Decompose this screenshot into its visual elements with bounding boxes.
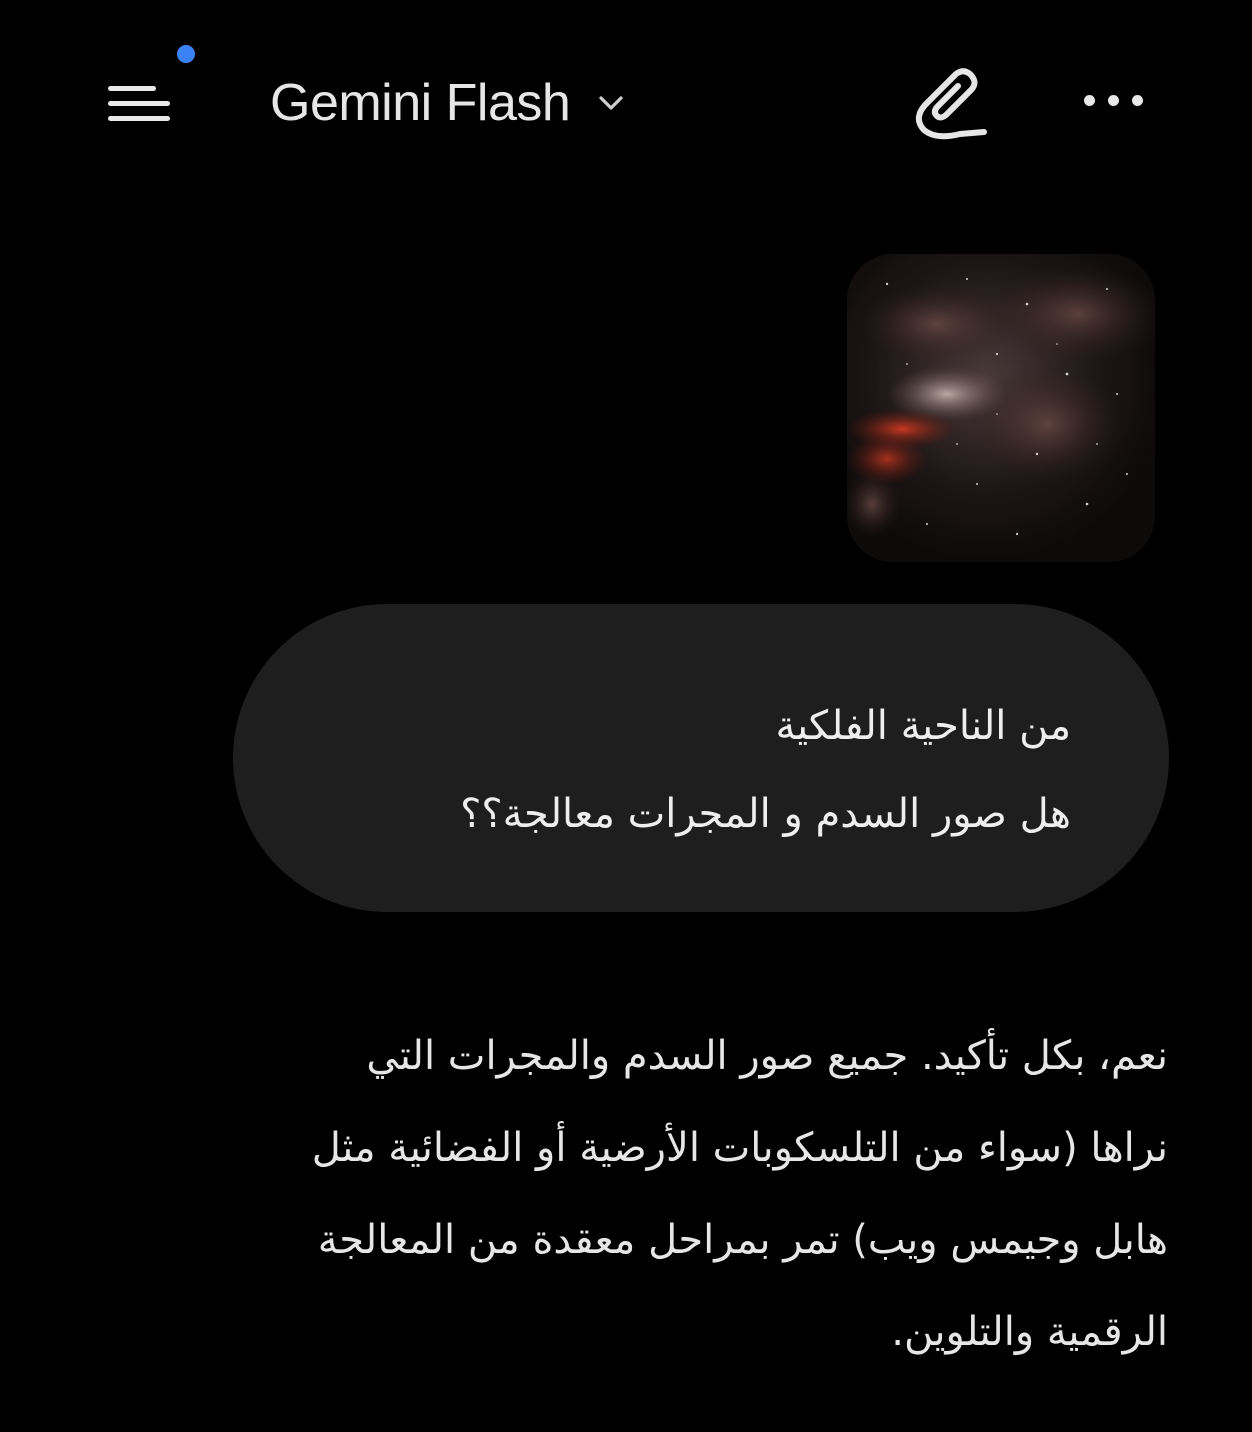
model-reply-text: نعم، بكل تأكيد. جميع صور السدم والمجرات …	[96, 1010, 1168, 1378]
menu-icon-line	[108, 101, 170, 106]
user-message-line: هل صور السدم و المجرات معالجة؟؟	[460, 791, 1071, 837]
chevron-down-icon	[599, 96, 623, 110]
notification-dot	[177, 45, 195, 63]
user-message-text: من الناحية الفلكية هل صور السدم و المجرا…	[460, 682, 1071, 858]
reply-line: نراها (سواء من التلسكوبات الأرضية أو الف…	[311, 1125, 1168, 1171]
menu-button[interactable]	[96, 45, 206, 150]
model-name: Gemini Flash	[270, 74, 571, 132]
attached-image-thumbnail[interactable]	[847, 254, 1155, 562]
more-horizontal-icon-dot	[1132, 95, 1143, 106]
model-selector[interactable]: Gemini Flash	[270, 66, 626, 140]
nebula-image	[847, 254, 1155, 562]
reply-line: نعم، بكل تأكيد. جميع صور السدم والمجرات …	[366, 1033, 1168, 1079]
top-app-bar: Gemini Flash	[0, 0, 1252, 200]
reply-line: هابل وجيمس ويب) تمر بمراحل معقدة من المع…	[317, 1217, 1168, 1263]
user-message-bubble: من الناحية الفلكية هل صور السدم و المجرا…	[233, 604, 1169, 912]
more-horizontal-icon	[1084, 95, 1095, 106]
edit-pen-icon	[915, 68, 987, 140]
reply-line: الرقمية والتلوين.	[891, 1309, 1168, 1355]
user-message-line: من الناحية الفلكية	[775, 703, 1072, 749]
more-horizontal-icon-dot	[1108, 95, 1119, 106]
new-chat-button[interactable]	[898, 62, 994, 146]
more-options-button[interactable]	[1074, 78, 1154, 128]
menu-icon-line	[108, 116, 170, 121]
menu-icon	[108, 86, 156, 91]
